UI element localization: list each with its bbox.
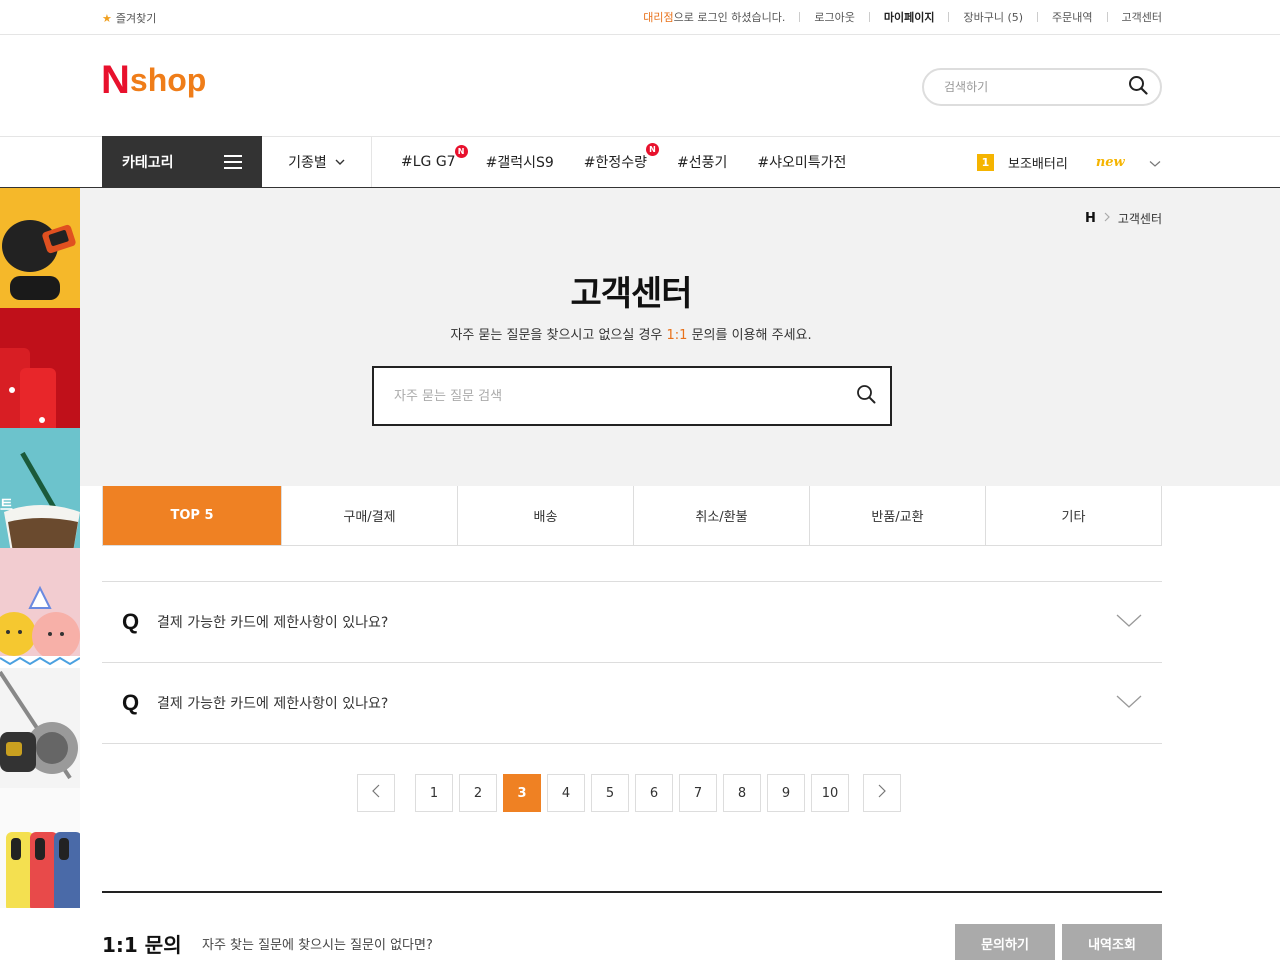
favorites-link[interactable]: ★ 즐겨찾기	[102, 10, 156, 26]
thumbnail-car-mount[interactable]	[0, 188, 80, 308]
page-button[interactable]: 10	[811, 774, 849, 812]
header-search-box	[922, 68, 1162, 106]
inquiry-description: 자주 찾는 질문에 찾으시는 질문이 없다면?	[202, 938, 433, 953]
svg-text:트: 트	[0, 498, 13, 514]
new-label: new	[1095, 154, 1125, 170]
tab-return-exchange[interactable]: 반품/교환	[809, 486, 985, 545]
chevron-down-icon	[1116, 613, 1142, 632]
favorites-label: 즐겨찾기	[115, 12, 157, 25]
header-search-input[interactable]	[944, 80, 1128, 94]
page-button-current[interactable]: 3	[503, 774, 541, 812]
hashtag-xiaomi[interactable]: #샤오미특가전	[757, 152, 846, 172]
tab-etc[interactable]: 기타	[985, 486, 1161, 545]
tab-top5[interactable]: TOP 5	[103, 486, 281, 545]
top-utility-bar: ★ 즐겨찾기 대리점으로 로그인 하셨습니다. 로그아웃 마이페이지 장바구니 …	[0, 0, 1280, 35]
tab-purchase-payment[interactable]: 구매/결제	[281, 486, 457, 545]
login-status: 대리점으로 로그인 하셨습니다.	[643, 11, 786, 24]
breadcrumb: H 고객센터	[1085, 210, 1162, 227]
page-button[interactable]: 7	[679, 774, 717, 812]
category-button[interactable]: 카테고리	[102, 136, 262, 188]
by-model-label: 기종별	[288, 155, 327, 171]
support-hero: H 고객센터 고객센터 자주 묻는 질문을 찾으시고 없으실 경우 1:1 문의…	[80, 188, 1280, 486]
next-page-button[interactable]	[863, 774, 901, 812]
thumbnail-kakao-friends[interactable]	[0, 548, 80, 668]
prev-page-button[interactable]	[357, 774, 395, 812]
hashtag-lg-g7[interactable]: #LG G7 N	[401, 145, 468, 170]
question-mark-label: Q	[122, 609, 140, 634]
pagination: 1 2 3 4 5 6 7 8 9 10	[357, 774, 901, 812]
chevron-down-icon	[335, 154, 345, 170]
page-button[interactable]: 9	[767, 774, 805, 812]
by-model-dropdown[interactable]: 기종별	[262, 137, 372, 187]
tab-shipping[interactable]: 배송	[457, 486, 633, 545]
chevron-right-icon	[1104, 212, 1110, 225]
faq-item[interactable]: Q 결제 가능한 카드에 제한사항이 있나요?	[102, 663, 1162, 744]
hashtag-list: #LG G7 N #갤럭시S9 #한정수량 N #선풍기 #샤오미특가전	[401, 137, 846, 187]
inquiry-history-button[interactable]: 내역조회	[1062, 924, 1162, 960]
orders-link[interactable]: 주문내역	[1052, 9, 1092, 25]
search-icon[interactable]	[1128, 75, 1148, 99]
chevron-left-icon	[372, 784, 380, 802]
mypage-link[interactable]: 마이페이지	[884, 9, 935, 25]
hashtag-galaxy-s9[interactable]: #갤럭시S9	[486, 152, 554, 172]
breadcrumb-home[interactable]: H	[1085, 211, 1096, 226]
hashtag-limited[interactable]: #한정수량 N	[584, 143, 660, 172]
trending-keyword[interactable]: 1 보조배터리 new	[977, 137, 1125, 187]
faq-search-box	[372, 366, 892, 426]
page-button[interactable]: 4	[547, 774, 585, 812]
breadcrumb-current: 고객센터	[1117, 212, 1162, 226]
thumbnail-phone-cases[interactable]	[0, 788, 80, 908]
chevron-down-icon	[1116, 694, 1142, 713]
ask-inquiry-button[interactable]: 문의하기	[955, 924, 1055, 960]
divider	[1106, 12, 1108, 22]
faq-question: 결제 가능한 카드에 제한사항이 있나요?	[157, 696, 389, 712]
page-subtitle: 자주 묻는 질문을 찾으시고 없으실 경우 1:1 문의를 이용해 주세요.	[450, 328, 812, 343]
nshop-logo[interactable]: N shop	[101, 60, 206, 100]
divider	[868, 12, 870, 22]
side-thumbnail-strip: 트	[0, 188, 80, 908]
faq-category-tabs: TOP 5 구매/결제 배송 취소/환불 반품/교환 기타	[102, 486, 1162, 546]
chevron-down-icon[interactable]	[1149, 153, 1161, 172]
search-icon[interactable]	[856, 384, 876, 408]
divider	[1037, 12, 1039, 22]
main-nav: 카테고리 기종별 #LG G7 N #갤럭시S9 #한정수량 N #선풍기 #샤오미…	[0, 136, 1280, 188]
logout-link[interactable]: 로그아웃	[814, 9, 854, 25]
hamburger-icon	[224, 155, 242, 169]
new-badge: N	[646, 143, 660, 156]
thumbnail-vacuum[interactable]	[0, 668, 80, 788]
section-divider	[102, 891, 1162, 893]
faq-question: 결제 가능한 카드에 제한사항이 있나요?	[157, 615, 389, 631]
support-link[interactable]: 고객센터	[1122, 9, 1162, 25]
page-title: 고객센터	[570, 274, 692, 314]
rank-number: 1	[977, 153, 994, 171]
faq-list: Q 결제 가능한 카드에 제한사항이 있나요? Q 결제 가능한 카드에 제한사…	[102, 581, 1162, 744]
cart-link[interactable]: 장바구니 (5)	[963, 9, 1023, 25]
category-label: 카테고리	[122, 155, 174, 171]
new-badge: N	[454, 145, 468, 158]
faq-item[interactable]: Q 결제 가능한 카드에 제한사항이 있나요?	[102, 582, 1162, 663]
tab-cancel-refund[interactable]: 취소/환불	[633, 486, 809, 545]
inquiry-title: 1:1 문의	[102, 933, 182, 957]
page-button[interactable]: 8	[723, 774, 761, 812]
hashtag-fan[interactable]: #선풍기	[677, 152, 727, 172]
faq-search-input[interactable]	[394, 388, 856, 404]
utility-links: 대리점으로 로그인 하셨습니다. 로그아웃 마이페이지 장바구니 (5) 주문내…	[643, 9, 1162, 25]
question-mark-label: Q	[122, 690, 140, 715]
thumbnail-drink[interactable]: 트	[0, 428, 80, 548]
divider	[948, 12, 950, 22]
page-button[interactable]: 5	[591, 774, 629, 812]
rank-label: 보조배터리	[1008, 156, 1068, 172]
star-icon: ★	[102, 11, 112, 25]
thumbnail-red-phone[interactable]	[0, 308, 80, 428]
chevron-right-icon	[878, 784, 886, 802]
page-button[interactable]: 1	[415, 774, 453, 812]
page-button[interactable]: 2	[459, 774, 497, 812]
page-button[interactable]: 6	[635, 774, 673, 812]
divider	[799, 12, 801, 22]
